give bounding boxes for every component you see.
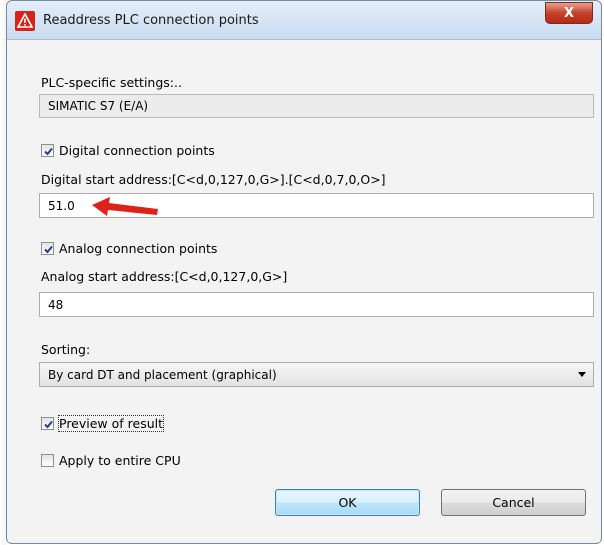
dialog-content: PLC-specific settings:.. SIMATIC S7 (E/A… (8, 40, 600, 542)
sorting-label: Sorting: (41, 342, 91, 357)
digital-checkbox-label: Digital connection points (59, 142, 215, 158)
dialog-window: Readdress PLC connection points X PLC-sp… (6, 0, 602, 544)
ok-button[interactable]: OK (275, 489, 420, 516)
check-icon (44, 147, 53, 155)
digital-checkbox[interactable] (41, 143, 54, 157)
digital-address-label: Digital start address:[C<d,0,127,0,G>].[… (41, 172, 386, 187)
apply-cpu-checkbox-row[interactable]: Apply to entire CPU (41, 451, 181, 469)
preview-checkbox-row[interactable]: Preview of result (41, 414, 165, 432)
check-icon (44, 245, 53, 253)
cancel-button[interactable]: Cancel (441, 489, 586, 516)
plc-settings-label: PLC-specific settings:.. (41, 75, 182, 90)
preview-checkbox-label: Preview of result (57, 414, 165, 432)
preview-checkbox[interactable] (41, 416, 54, 430)
analog-address-input[interactable]: 48 (39, 292, 594, 317)
window-title: Readdress PLC connection points (43, 13, 259, 28)
apply-cpu-checkbox-label: Apply to entire CPU (59, 452, 181, 468)
chevron-down-icon (578, 372, 586, 377)
plc-settings-field: SIMATIC S7 (E/A) (39, 94, 594, 118)
close-button[interactable]: X (545, 2, 593, 24)
analog-checkbox-label: Analog connection points (59, 240, 218, 256)
check-icon (44, 420, 53, 428)
digital-checkbox-row[interactable]: Digital connection points (41, 141, 215, 159)
analog-address-label: Analog start address:[C<d,0,127,0,G>] (41, 269, 288, 284)
analog-checkbox[interactable] (41, 241, 54, 255)
sorting-selected-value: By card DT and placement (graphical) (48, 368, 277, 382)
sorting-select[interactable]: By card DT and placement (graphical) (39, 362, 594, 387)
warning-triangle-icon (15, 11, 35, 31)
analog-checkbox-row[interactable]: Analog connection points (41, 239, 217, 257)
apply-cpu-checkbox[interactable] (41, 453, 54, 467)
red-arrow-icon (92, 197, 158, 216)
title-bar: Readdress PLC connection points X (7, 1, 601, 40)
